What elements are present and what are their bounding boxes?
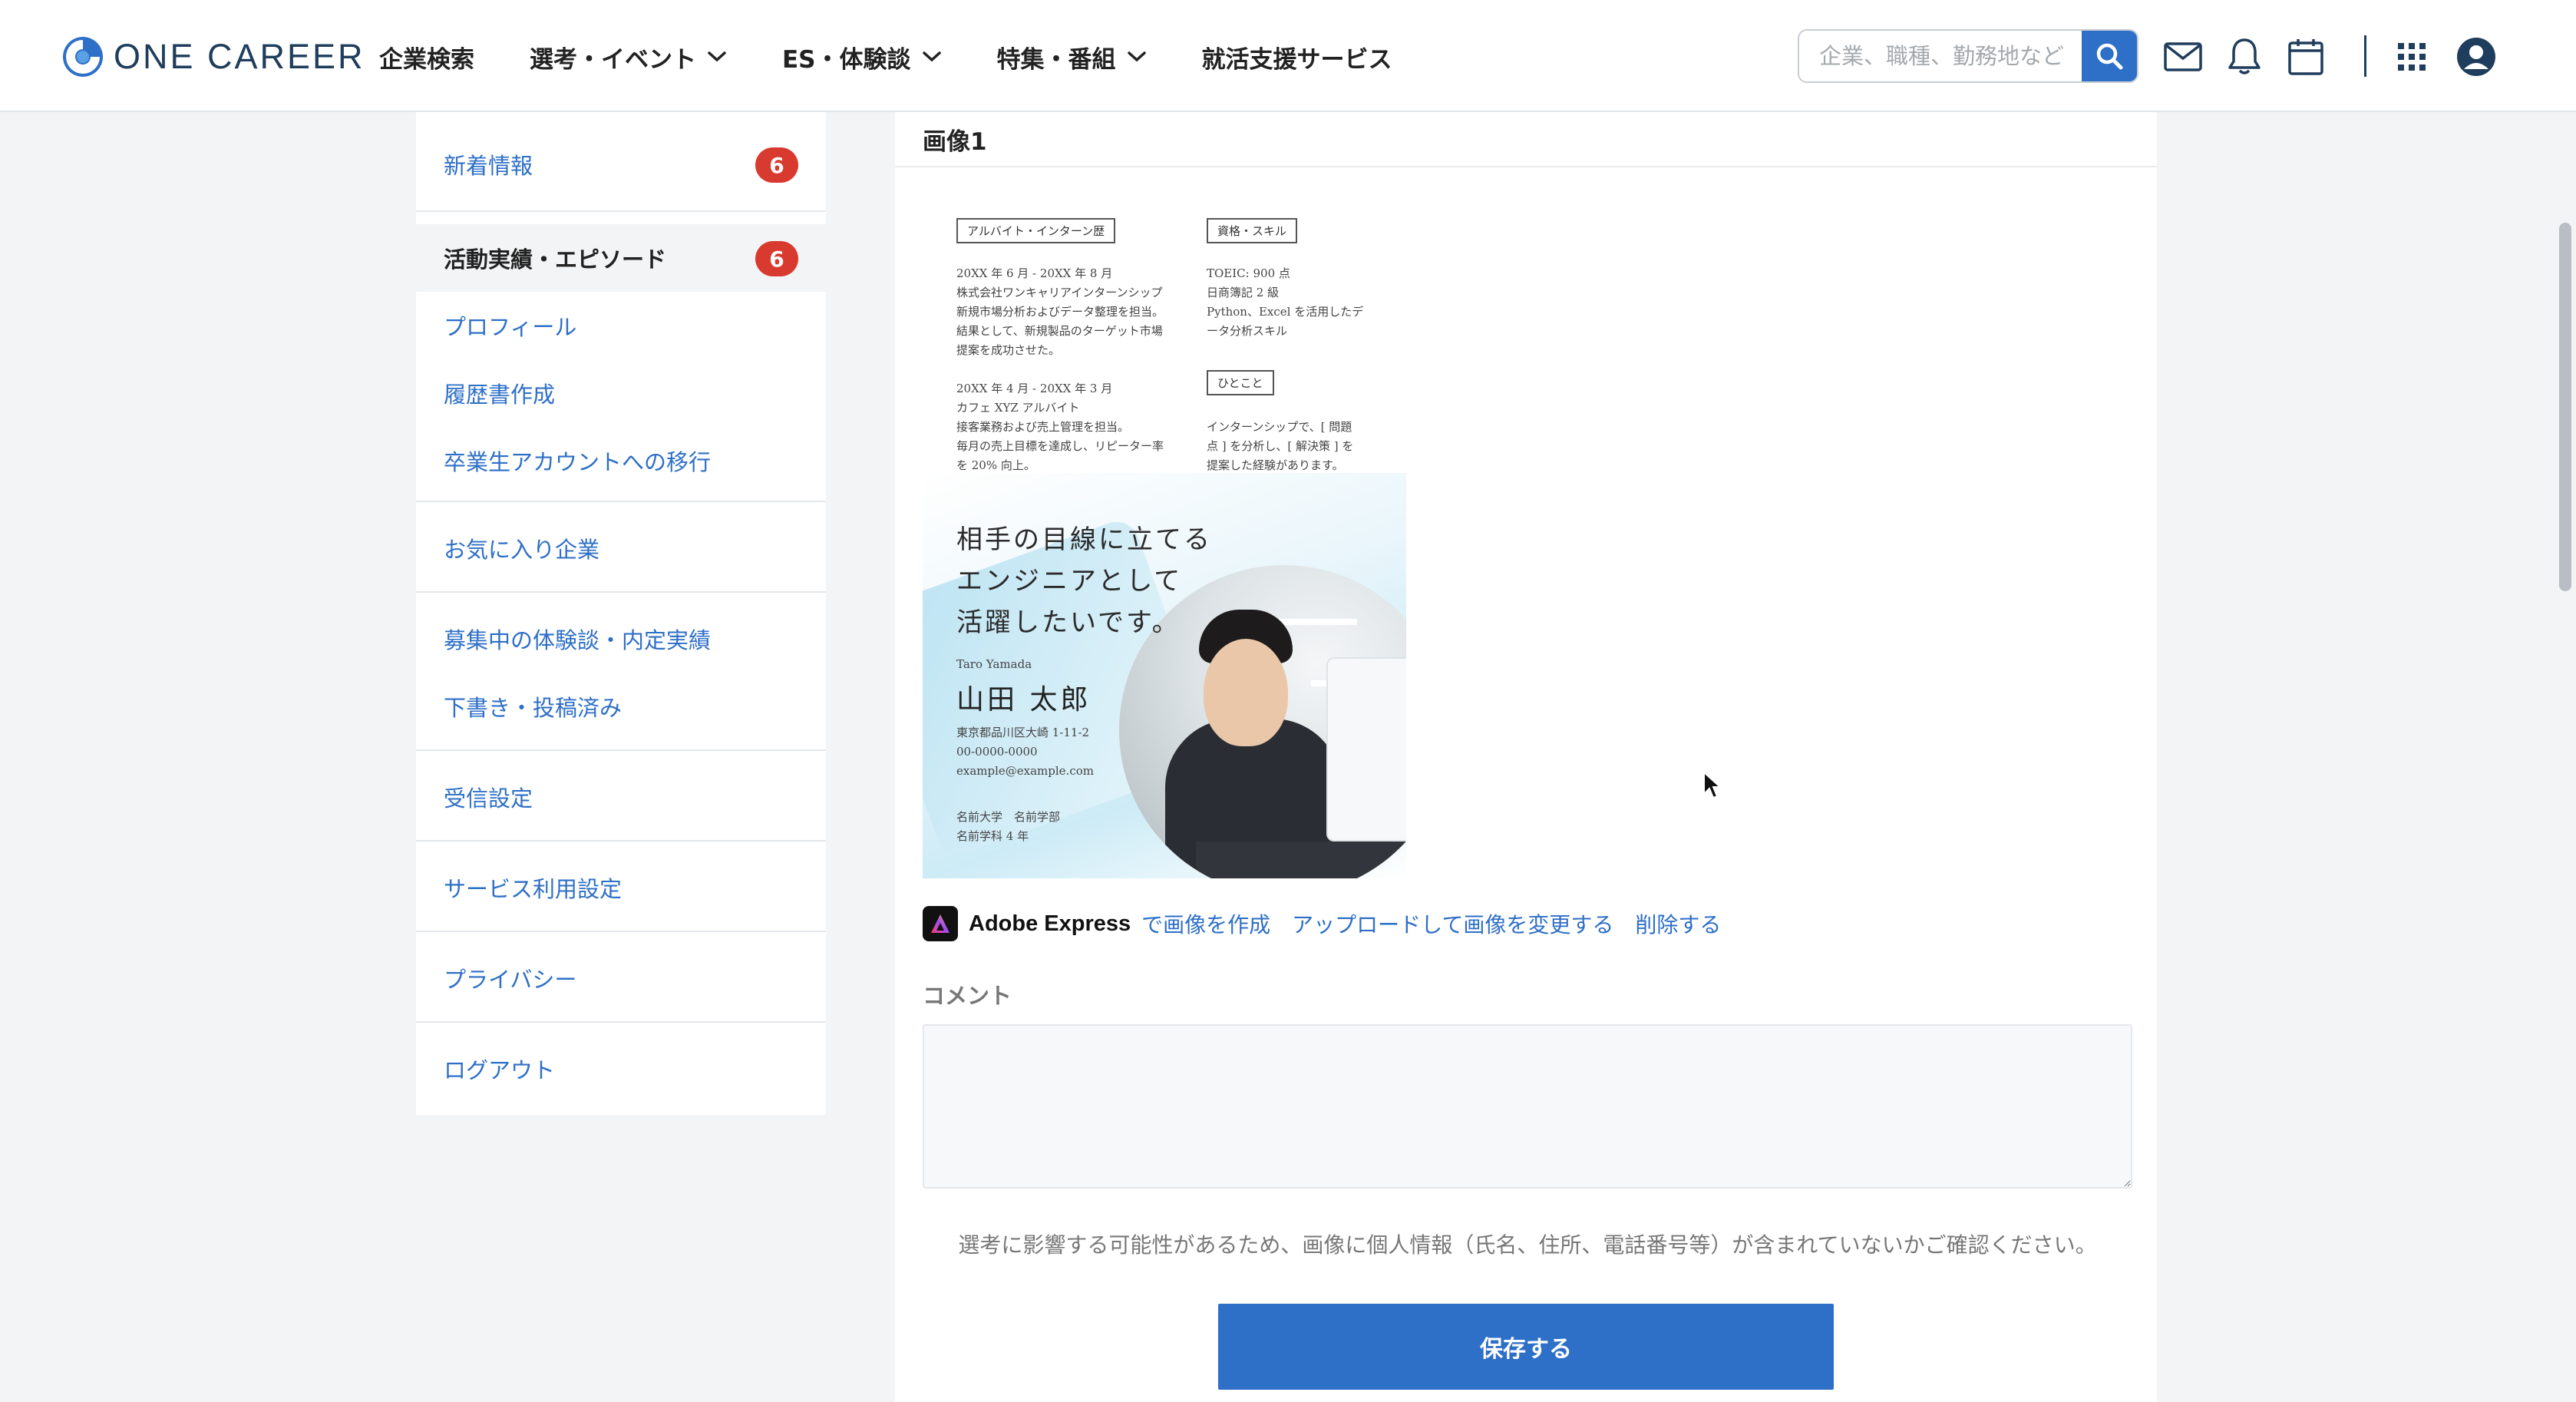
nav-selection-events[interactable]: 選考・イベント [530,40,727,74]
image-actions: Adobe Express で画像を作成 アップロードして画像を変更する 削除す… [923,906,1721,941]
count-badge: 6 [755,147,798,183]
section-title: 画像1 [923,127,987,156]
sidebar-group-logout: ログアウト [416,1023,826,1115]
privacy-notice: 選考に影響する可能性があるため、画像に個人情報（氏名、住所、電話番号等）が含まれ… [958,1232,2097,1258]
mail-button[interactable] [2162,35,2204,78]
nav-company-search[interactable]: 企業検索 [379,40,474,74]
sidebar-item-label: ログアウト [444,1057,556,1083]
search-box [1798,29,2138,83]
monitor [1326,657,1406,842]
comment-textarea[interactable] [923,1024,2132,1189]
sidebar-group-receive: 受信設定 [416,751,826,842]
sidebar-item-label: プロフィール [444,314,577,340]
sidebar-item-label: 履歴書作成 [444,382,556,408]
account-icon [2457,38,2495,76]
resume-name: 山田 太郎 [956,684,1091,716]
resume-hitokoto-text: インターンシップで、[ 問題 点 ] を分析し、[ 解決策 ] を 提案した経験… [1207,420,1354,472]
calendar-icon [2288,39,2323,75]
header-divider [2364,35,2366,77]
resume-name-en: Taro Yamada [956,657,1032,671]
logo[interactable]: ONE CAREER [61,34,365,80]
sidebar-group-favorites: お気に入り企業 [416,502,826,593]
sidebar-item-news[interactable]: 新着情報 6 [416,131,826,198]
resume-image-preview: アルバイト・インターン歴 資格・スキル 20XX 年 6 月 - 20XX 年 … [923,197,1406,878]
sidebar-item-label: 活動実績・エピソード [444,246,667,273]
resume-parttime-2: 20XX 年 4 月 - 20XX 年 3 月 カフェ XYZ アルバイト 接客… [956,382,1164,472]
sidebar-item-label: プライバシー [444,967,577,993]
sidebar-item-label: お気に入り企業 [444,537,600,563]
logo-mark-icon [63,37,103,77]
mouse-cursor-icon [1703,771,1722,799]
chevron-down-icon [1127,51,1146,62]
count-badge: 6 [755,241,798,276]
search-input[interactable] [1799,31,2085,81]
bell-icon [2228,38,2261,74]
resume-school: 名前大学 名前学部 名前学科 4 年 [956,810,1061,843]
adobe-express-icon [923,906,958,941]
sidebar-item-activities[interactable]: 活動実績・エピソード 6 [416,224,826,292]
sidebar-item-label: サービス利用設定 [444,876,623,902]
nav-label: 特集・番組 [996,45,1116,74]
nav-features[interactable]: 特集・番組 [997,40,1147,74]
sidebar-item-privacy[interactable]: プライバシー [416,944,826,1012]
sidebar-item-alumni[interactable]: 卒業生アカウントへの移行 [416,427,826,494]
resume-box-hitokoto: ひとこと [1207,370,1274,395]
page-scrollbar[interactable] [2559,223,2571,591]
person-head [1204,639,1288,746]
top-header: ONE CAREER 企業検索 選考・イベント ES・体験談 特集・番組 就活支… [0,0,2576,112]
sidebar-item-label: 受信設定 [444,785,533,812]
resume-headline: 相手の目線に立てる エンジニアとして 活躍したいです。 [956,524,1212,638]
resume-skills-text: TOEIC: 900 点 日商簿記 2 級 Python、Excel を活用した… [1207,266,1364,338]
calendar-button[interactable] [2284,35,2327,78]
sidebar-group-news: 新着情報 6 [416,112,826,212]
nav-es-experiences[interactable]: ES・体験談 [782,40,942,74]
comment-label: コメント [923,983,1012,1009]
sidebar-item-favorites[interactable]: お気に入り企業 [416,514,826,582]
sidebar-item-receive-settings[interactable]: 受信設定 [416,763,826,831]
apps-grid-icon [2398,43,2426,71]
chevron-down-icon [922,51,941,62]
sidebar-item-logout[interactable]: ログアウト [416,1035,826,1103]
sidebar-item-label: 募集中の体験談・内定実績 [444,627,712,653]
nav-label: 就活支援サービス [1201,45,1392,74]
sidebar-item-resume[interactable]: 履歴書作成 [416,359,826,427]
sidebar-item-drafts[interactable]: 下書き・投稿済み [416,673,826,740]
sidebar-item-profile[interactable]: プロフィール [416,292,826,359]
search-button[interactable] [2082,31,2137,81]
sidebar-item-recruiting-posts[interactable]: 募集中の体験談・内定実績 [416,605,826,673]
adobe-express-label: Adobe Express [969,911,1131,936]
sidebar-item-label: 新着情報 [444,153,533,179]
logo-text: ONE CAREER [114,37,365,76]
image-edit-card: 画像1 アルバイト・インターン歴 資格・スキル 20XX 年 6 月 - 20X… [895,112,2157,1402]
resume-box-parttime: アルバイト・インターン歴 [956,218,1116,243]
notification-button[interactable] [2223,35,2266,78]
apps-button[interactable] [2390,35,2433,78]
nav-label: 選考・イベント [530,45,696,74]
desk [1196,842,1406,878]
sidebar-item-service-settings[interactable]: サービス利用設定 [416,854,826,921]
nav-job-support[interactable]: 就活支援サービス [1202,40,1392,74]
upload-image-link[interactable]: アップロードして画像を変更する [1292,908,1613,939]
sidebar-group-privacy: プライバシー [416,932,826,1023]
mail-icon [2164,42,2202,71]
sidebar-group-profile: 活動実績・エピソード 6 プロフィール 履歴書作成 卒業生アカウントへの移行 [416,212,826,502]
account-button[interactable] [2455,35,2498,78]
chevron-down-icon [708,51,726,62]
nav-label: ES・体験談 [782,45,911,74]
sidebar: 新着情報 6 活動実績・エピソード 6 プロフィール 履歴書作成 卒業生アカウン… [416,112,826,1116]
save-button[interactable]: 保存する [1218,1304,1834,1390]
delete-image-link[interactable]: 削除する [1635,908,1721,939]
global-nav: 企業検索 選考・イベント ES・体験談 特集・番組 就活支援サービス [379,37,1448,77]
nav-label: 企業検索 [379,45,474,74]
sidebar-group-posts: 募集中の体験談・内定実績 下書き・投稿済み [416,593,826,751]
sidebar-group-service: サービス利用設定 [416,842,826,932]
create-image-link[interactable]: で画像を作成 [1141,908,1270,939]
sidebar-item-label: 下書き・投稿済み [444,695,623,721]
resume-contact: 東京都品川区大崎 1-11-2 00-0000-0000 example@exa… [956,726,1094,778]
resume-parttime-1: 20XX 年 6 月 - 20XX 年 8 月 株式会社ワンキャリアインターンシ… [956,266,1164,357]
resume-box-skills: 資格・スキル [1207,218,1298,243]
sidebar-item-label: 卒業生アカウントへの移行 [444,449,712,475]
divider [895,166,2157,167]
search-icon [2096,43,2123,70]
